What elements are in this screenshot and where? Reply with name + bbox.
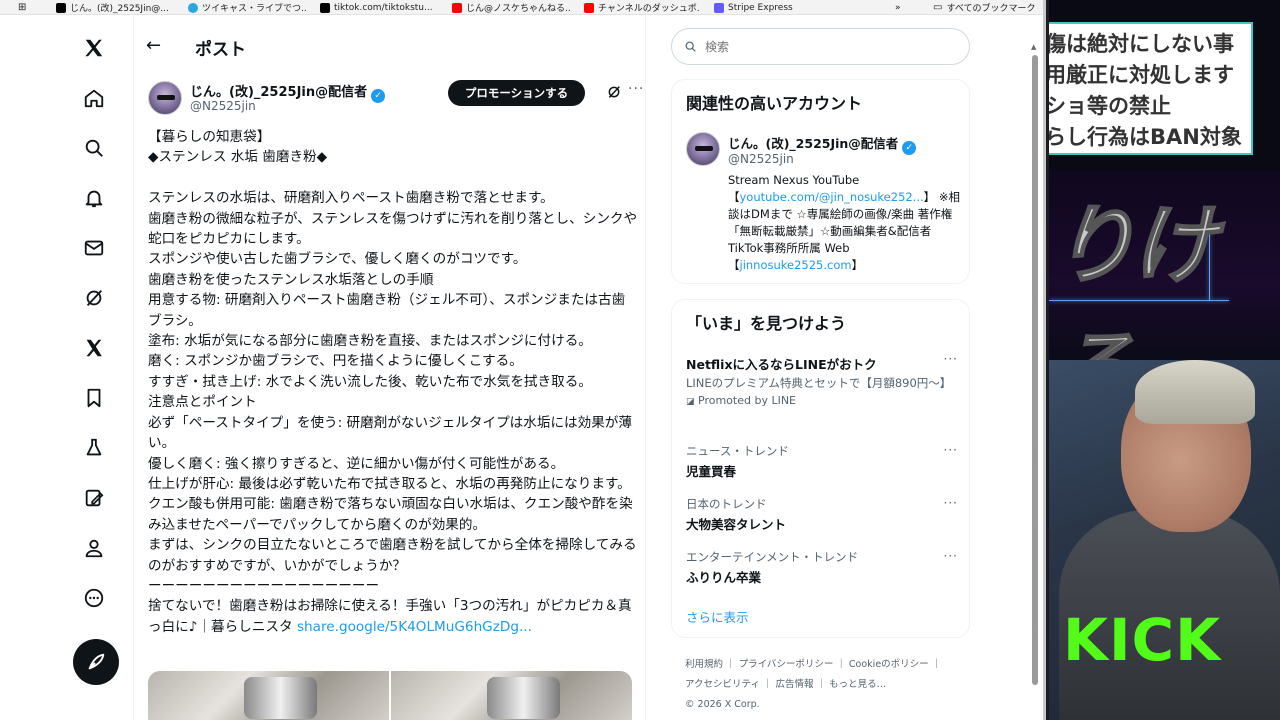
trend-more-icon[interactable]: ··· [944,496,958,510]
trend-more-icon[interactable]: ··· [944,549,958,563]
bookmarks-bar: ⊞ じん。(改)_2525Jin@... ツイキャス・ライブでつ... tikt… [0,0,1043,15]
author-handle[interactable]: @N2525jin [190,99,256,113]
footer-privacy-link[interactable]: プライバシーポリシー [739,659,834,670]
bookmark-twitcasting[interactable]: ツイキャス・ライブでつ... [188,0,306,15]
bookmark-youtube-channel[interactable]: じん@ノスケちゃんねる... [452,0,570,15]
stream-overlay-panel: りける 傷は絶対にしない事 用厳正に対処します ショ等の禁止 らし行為はBAN対… [1049,0,1280,720]
stripe-favicon-icon [714,2,724,13]
post-text: 【暮らしの知恵袋】 ◆ステンレス 水垢 歯磨き粉◆ ステンレスの水垢は、研磨剤入… [148,129,638,635]
bookmark-icon[interactable] [80,384,108,412]
verified-badge-icon: ✓ [902,141,917,155]
verified-badge-icon: ✓ [371,89,386,103]
post-media-grid [148,671,632,720]
messages-mail-icon[interactable] [80,234,108,262]
x-premium-icon[interactable] [80,334,108,362]
all-bookmarks-folder[interactable]: ▭ すべてのブックマーク [933,0,1043,15]
footer-terms-link[interactable]: 利用規約 [685,659,723,670]
feather-compose-icon [88,653,105,670]
related-account-avatar[interactable] [686,132,720,166]
right-sidebar: 関連性の高いアカウント じん。(改)_2525Jin@配信者✓ @N2525ji… [646,15,1043,720]
compose-post-button[interactable] [73,639,119,685]
jobs-flask-icon[interactable] [80,434,108,462]
left-navigation [58,15,134,720]
notifications-bell-icon[interactable] [80,184,108,212]
footer-more-link[interactable]: もっと見る… [829,679,886,690]
bookmark-tiktok[interactable]: tiktok.com/tiktokstu... [320,0,438,15]
post-media-image-1[interactable] [148,671,389,720]
folder-icon: ▭ [933,2,943,13]
promote-button[interactable]: プロモーションする [448,80,585,106]
articles-edit-icon[interactable] [80,484,108,512]
post-detail-column: ← ポスト じん。(改)_2525Jin@配信者 ✓ @N2525jin プロモー… [134,15,646,720]
youtube-favicon-icon [452,2,462,13]
post-header: ← ポスト [134,31,645,63]
trends-title: 「いま」を見つけよう [686,314,847,333]
search-icon [685,41,696,52]
rule-line: 傷は絶対にしない事 [1049,32,1234,56]
rule-line: らし行為はBAN対象 [1049,125,1242,149]
post-more-options-icon[interactable]: ··· [628,81,644,97]
bookmark-stripe-express[interactable]: Stripe Express [714,0,804,15]
post-media-image-2[interactable] [391,671,632,720]
search-box[interactable] [671,28,970,65]
related-account-bio: Stream Nexus YouTube 【youtube.com/@jin_n… [728,173,960,272]
youtube-studio-favicon-icon [584,2,594,13]
scrollbar-thumb[interactable] [1032,55,1038,685]
footer-ads-link[interactable]: 広告情報 [776,679,814,690]
streamer-hair [1135,360,1255,424]
search-input[interactable] [705,39,945,54]
author-avatar[interactable] [148,81,182,115]
page-title: ポスト [195,40,246,60]
search-nav-icon[interactable] [80,134,108,162]
promoted-label: ◪ Promoted by LINE [686,394,797,407]
trend-item[interactable]: ニュース・トレンド 児童買春 ··· [686,443,958,480]
bookmarks-overflow-button[interactable]: » [895,0,901,15]
footer-cookie-link[interactable]: Cookieのポリシー [849,659,929,670]
rule-line: 用厳正に対処します [1049,63,1234,87]
rule-line: ショ等の禁止 [1049,94,1171,118]
kick-logo: KICK [1063,606,1222,674]
footer-links: 利用規約 ｜ プライバシーポリシー ｜ Cookieのポリシー ｜ アクセシビリ… [685,659,942,710]
post-author-row: じん。(改)_2525Jin@配信者 ✓ @N2525jin プロモーションする … [148,79,643,119]
profile-person-icon[interactable] [80,534,108,562]
related-account-handle[interactable]: @N2525jin [728,152,794,166]
back-arrow-icon[interactable]: ← [146,35,161,56]
ad-badge-icon: ◪ [686,397,695,407]
home-icon[interactable] [80,84,108,112]
bookmark-x-profile[interactable]: じん。(改)_2525Jin@... [56,0,172,15]
apps-icon[interactable]: ⊞ [18,0,26,15]
tiktok-favicon-icon [320,2,330,13]
trend-more-icon[interactable]: ··· [944,352,958,366]
bio-youtube-link[interactable]: youtube.com/@jin_nosuke252... [740,190,924,204]
twitcasting-favicon-icon [188,2,198,13]
x-logo-icon[interactable] [80,34,108,62]
trend-item-promoted[interactable]: Netflixに入るならLINEがおトク LINEのプレミアム特典とセットで【月… [686,352,958,407]
stream-rules-box: 傷は絶対にしない事 用厳正に対処します ショ等の禁止 らし行為はBAN対象 [1049,22,1253,155]
grok-icon[interactable] [80,284,108,312]
trend-more-icon[interactable]: ··· [944,443,958,457]
footer-accessibility-link[interactable]: アクセシビリティ [685,679,760,690]
related-accounts-title: 関連性の高いアカウント [686,94,863,113]
show-more-link[interactable]: さらに表示 [686,607,749,626]
browser-window: ⊞ じん。(改)_2525Jin@... ツイキャス・ライブでつ... tikt… [0,0,1046,720]
post-external-link[interactable]: share.google/5K4OLMuG6hGzDg... [297,619,532,635]
footer-copyright: © 2026 X Corp. [685,699,760,710]
bookmark-youtube-dashboard[interactable]: チャンネルのダッシュボ... [584,0,700,15]
trend-item[interactable]: 日本のトレンド 大物美容タレント ··· [686,496,958,533]
bio-website-link[interactable]: jinnosuke2525.com [740,258,852,272]
whats-happening-card: 「いま」を見つけよう Netflixに入るならLINEがおトク LINEのプレミ… [671,299,970,638]
trend-item[interactable]: エンターテインメント・トレンド ふりりん卒業 ··· [686,549,958,586]
more-circle-icon[interactable] [80,584,108,612]
scroll-up-icon[interactable]: ▲ [1031,43,1036,51]
x-favicon-icon [56,2,66,13]
x-app: ← ポスト じん。(改)_2525Jin@配信者 ✓ @N2525jin プロモー… [0,15,1043,720]
page-scrollbar[interactable]: ▲ [1030,43,1040,703]
grok-explain-icon[interactable] [606,84,622,100]
related-accounts-card: 関連性の高いアカウント じん。(改)_2525Jin@配信者 ✓ @N2525ji… [671,79,970,284]
